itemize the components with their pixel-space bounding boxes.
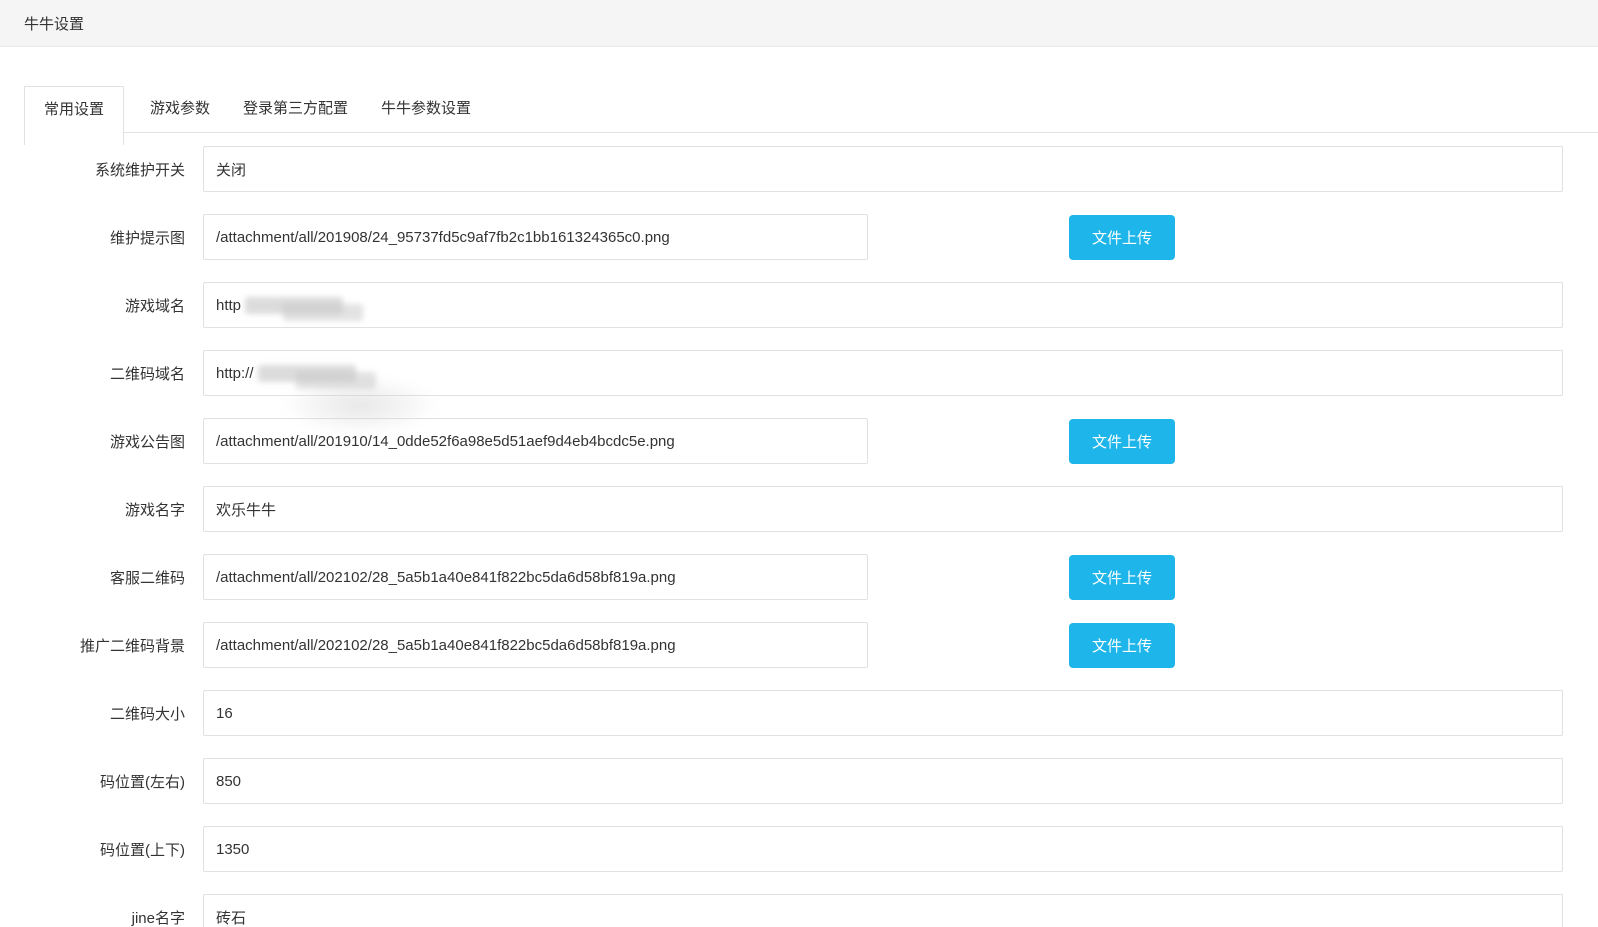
page-title: 牛牛设置 [24, 13, 84, 34]
currency-name-field[interactable]: 砖石 [203, 894, 1563, 927]
field-label-code-pos-y: 码位置(上下) [0, 839, 203, 860]
promo-qrcode-bg-field[interactable]: /attachment/all/202102/28_5a5b1a40e841f8… [203, 622, 868, 668]
upload-button-service-qrcode[interactable]: 文件上传 [1069, 555, 1175, 600]
field-label-currency-name: jine名字 [0, 907, 203, 927]
tab-third-party-login-config[interactable]: 登录第三方配置 [230, 86, 361, 132]
page-header: 牛牛设置 [0, 0, 1598, 47]
field-label-service-qrcode: 客服二维码 [0, 567, 203, 588]
field-label-announcement-image: 游戏公告图 [0, 431, 203, 452]
form-row-qrcode-size: 二维码大小 16 [0, 690, 1598, 736]
form-row-code-pos-x: 码位置(左右) 850 [0, 758, 1598, 804]
game-domain-field[interactable]: http [203, 282, 1563, 328]
upload-button-maintenance-image[interactable]: 文件上传 [1069, 215, 1175, 260]
upload-button-promo-qrcode-bg[interactable]: 文件上传 [1069, 623, 1175, 668]
qrcode-size-field[interactable]: 16 [203, 690, 1563, 736]
form-row-qrcode-domain: 二维码域名 http:// [0, 350, 1598, 396]
service-qrcode-field[interactable]: /attachment/all/202102/28_5a5b1a40e841f8… [203, 554, 868, 600]
field-label-qrcode-domain: 二维码域名 [0, 363, 203, 384]
settings-tab-bar: 常用设置 游戏参数 登录第三方配置 牛牛参数设置 [24, 86, 1598, 133]
tab-niuniu-param-settings[interactable]: 牛牛参数设置 [368, 86, 484, 132]
form-row-code-pos-y: 码位置(上下) 1350 [0, 826, 1598, 872]
field-label-maintenance-image: 维护提示图 [0, 227, 203, 248]
form-row-game-domain: 游戏域名 http [0, 282, 1598, 328]
common-settings-form: 系统维护开关 关闭 维护提示图 /attachment/all/201908/2… [0, 146, 1598, 927]
field-label-maintenance-switch: 系统维护开关 [0, 159, 203, 180]
form-row-maintenance-switch: 系统维护开关 关闭 [0, 146, 1598, 192]
qrcode-domain-field[interactable]: http:// [203, 350, 1563, 396]
redaction-blur [296, 372, 376, 389]
form-row-announcement-image: 游戏公告图 /attachment/all/201910/14_0dde52f6… [0, 418, 1598, 464]
form-row-maintenance-image: 维护提示图 /attachment/all/201908/24_95737fd5… [0, 214, 1598, 260]
field-label-code-pos-x: 码位置(左右) [0, 771, 203, 792]
code-pos-y-field[interactable]: 1350 [203, 826, 1563, 872]
form-row-game-name: 游戏名字 欢乐牛牛 [0, 486, 1598, 532]
qrcode-domain-visible-text: http:// [216, 365, 254, 382]
game-domain-visible-text: http [216, 297, 241, 314]
maintenance-image-field[interactable]: /attachment/all/201908/24_95737fd5c9af7f… [203, 214, 868, 260]
field-label-game-domain: 游戏域名 [0, 295, 203, 316]
field-label-qrcode-size: 二维码大小 [0, 703, 203, 724]
announcement-image-field[interactable]: /attachment/all/201910/14_0dde52f6a98e5d… [203, 418, 868, 464]
maintenance-switch-field[interactable]: 关闭 [203, 146, 1563, 192]
code-pos-x-field[interactable]: 850 [203, 758, 1563, 804]
game-name-field[interactable]: 欢乐牛牛 [203, 486, 1563, 532]
field-label-promo-qrcode-bg: 推广二维码背景 [0, 635, 203, 656]
tab-game-params[interactable]: 游戏参数 [137, 86, 223, 132]
form-row-service-qrcode: 客服二维码 /attachment/all/202102/28_5a5b1a40… [0, 554, 1598, 600]
redaction-blur [283, 304, 363, 321]
tab-common-settings[interactable]: 常用设置 [24, 86, 124, 145]
upload-button-announcement-image[interactable]: 文件上传 [1069, 419, 1175, 464]
form-row-promo-qrcode-bg: 推广二维码背景 /attachment/all/202102/28_5a5b1a… [0, 622, 1598, 668]
field-label-game-name: 游戏名字 [0, 499, 203, 520]
form-row-currency-name: jine名字 砖石 [0, 894, 1598, 927]
